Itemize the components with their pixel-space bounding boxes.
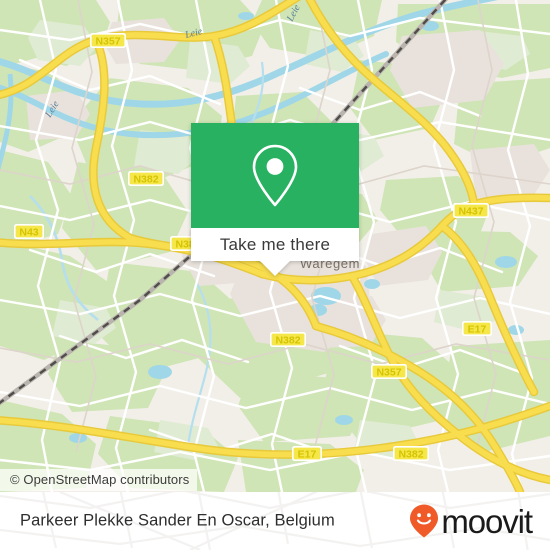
road-shield: N357 (90, 33, 126, 48)
callout-icon-area (191, 123, 359, 228)
take-me-there-label: Take me there (219, 234, 331, 254)
road-shield: N382 (270, 332, 306, 347)
road-shield: N43 (14, 224, 44, 239)
road-shield-label: N357 (95, 36, 120, 48)
footer-content: Parkeer Plekke Sander En Oscar, Belgium … (0, 492, 550, 550)
road-shield-label: N437 (458, 206, 483, 218)
road-shield-label: N382 (133, 174, 158, 186)
road-shield: E17 (292, 446, 322, 461)
road-shield-label: N357 (376, 367, 401, 379)
take-me-there-callout[interactable]: Take me there (191, 123, 359, 276)
footer-bar: Parkeer Plekke Sander En Oscar, Belgium … (0, 492, 550, 550)
road-shield: N382 (393, 446, 429, 461)
moovit-logo[interactable]: moovit (408, 502, 533, 540)
moovit-pin-smiley-icon (410, 504, 439, 538)
callout-action-bar[interactable]: Take me there (191, 228, 359, 276)
road-shield-label: E17 (468, 324, 487, 336)
road-shield-label: N382 (275, 335, 300, 347)
road-shield-label: N382 (398, 449, 423, 461)
road-shield-label: E17 (298, 449, 317, 461)
osm-attribution[interactable]: © OpenStreetMap contributors (0, 469, 198, 491)
moovit-wordmark: moovit (441, 502, 533, 540)
map-pin-icon (252, 144, 298, 206)
road-shield-label: N43 (19, 227, 38, 239)
place-title: Parkeer Plekke Sander En Oscar, Belgium (20, 511, 335, 530)
road-shield: N357 (371, 364, 407, 379)
road-shield: N382 (128, 171, 164, 186)
road-shield: E17 (462, 321, 492, 336)
road-shield: N437 (453, 203, 489, 218)
moovit-map-share-card: Leie Leie Leie Waregem N357 N382 N43 N382 N4… (0, 0, 550, 550)
callout-pointer (259, 260, 291, 276)
